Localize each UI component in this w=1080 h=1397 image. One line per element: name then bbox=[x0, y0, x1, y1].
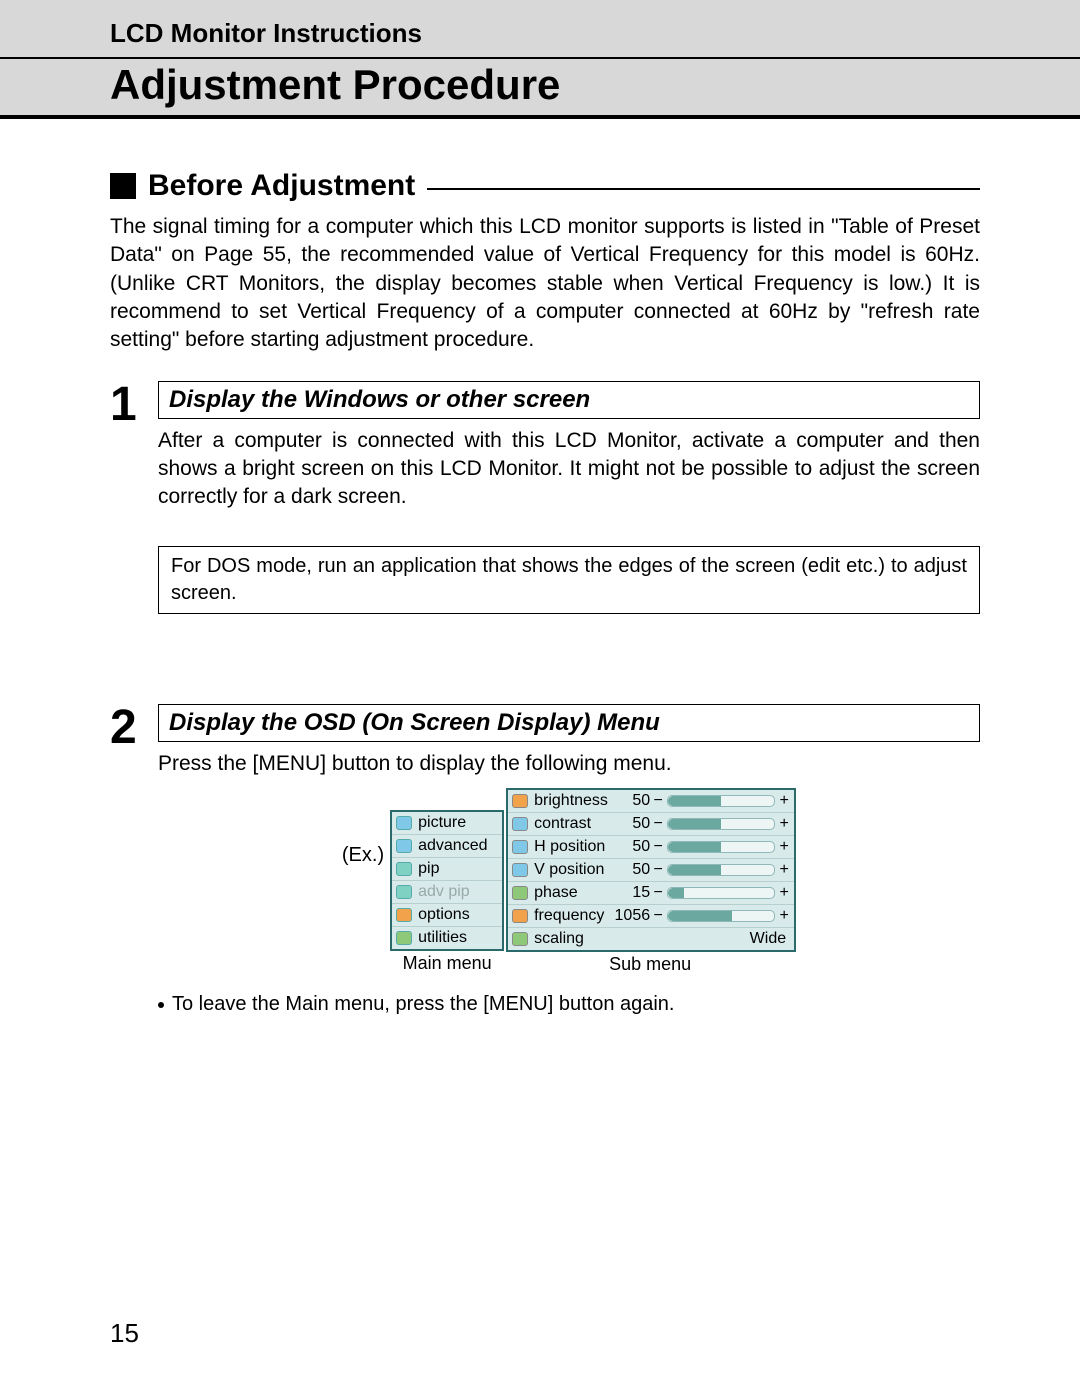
doc-title: Adjustment Procedure bbox=[0, 57, 1080, 115]
menu-item-label: picture bbox=[418, 814, 466, 832]
manual-page: LCD Monitor Instructions Adjustment Proc… bbox=[0, 0, 1080, 1397]
osd-main-item[interactable]: options bbox=[392, 904, 502, 927]
menu-item-label: utilities bbox=[418, 929, 467, 947]
step-1-title: Display the Windows or other screen bbox=[158, 381, 980, 419]
sub-item-label: brightness bbox=[534, 792, 612, 810]
sub-item-value: 50 bbox=[612, 792, 652, 810]
slider-track[interactable] bbox=[667, 864, 775, 876]
step-number: 1 bbox=[110, 381, 158, 429]
section-body: The signal timing for a computer which t… bbox=[110, 213, 980, 355]
section-title: Before Adjustment bbox=[148, 169, 415, 203]
osd-main-item[interactable]: adv pip bbox=[392, 881, 502, 904]
osd-sub-item[interactable]: contrast50− + bbox=[508, 813, 794, 836]
sub-menu-caption: Sub menu bbox=[609, 954, 691, 975]
section-heading: Before Adjustment bbox=[110, 169, 980, 203]
step-number: 2 bbox=[110, 704, 158, 752]
sub-item-value: 50 bbox=[612, 861, 652, 879]
main-menu-caption: Main menu bbox=[403, 953, 492, 974]
slider-track[interactable] bbox=[667, 887, 775, 899]
sub-item-icon bbox=[512, 909, 528, 923]
plus-icon[interactable]: + bbox=[778, 907, 790, 925]
minus-icon[interactable]: − bbox=[652, 861, 664, 879]
osd-main-item[interactable]: utilities bbox=[392, 927, 502, 949]
header-band: LCD Monitor Instructions Adjustment Proc… bbox=[0, 0, 1080, 115]
step-1: 1 Display the Windows or other screen Af… bbox=[110, 381, 980, 614]
slider-track[interactable] bbox=[667, 818, 775, 830]
sub-item-value: 1056 bbox=[612, 907, 652, 925]
osd-sub-item[interactable]: V position50− + bbox=[508, 859, 794, 882]
page-number: 15 bbox=[110, 1318, 139, 1349]
sub-item-icon bbox=[512, 794, 528, 808]
plus-icon[interactable]: + bbox=[778, 838, 790, 856]
osd-main-item[interactable]: advanced bbox=[392, 835, 502, 858]
slider-track[interactable] bbox=[667, 841, 775, 853]
minus-icon[interactable]: − bbox=[652, 792, 664, 810]
example-label: (Ex.) bbox=[342, 844, 384, 867]
osd-sub-menu: brightness50−+contrast50−+H position50−+… bbox=[506, 788, 796, 952]
slider-track[interactable] bbox=[667, 795, 775, 807]
section-rule bbox=[427, 188, 980, 190]
osd-sub-item[interactable]: brightness50− + bbox=[508, 790, 794, 813]
sub-item-value: 15 bbox=[612, 884, 652, 902]
osd-sub-item[interactable]: frequency1056− + bbox=[508, 905, 794, 928]
minus-icon[interactable]: − bbox=[652, 907, 664, 925]
content-area: Before Adjustment The signal timing for … bbox=[0, 119, 1080, 1016]
sub-item-label: contrast bbox=[534, 815, 612, 833]
bullet-icon bbox=[158, 1002, 164, 1008]
slider-fill bbox=[668, 865, 721, 875]
sub-item-label: scaling bbox=[534, 930, 612, 948]
sub-item-label: H position bbox=[534, 838, 612, 856]
osd-sub-item[interactable]: H position50− + bbox=[508, 836, 794, 859]
sub-item-label: V position bbox=[534, 861, 612, 879]
step-2-bullet: To leave the Main menu, press the [MENU]… bbox=[158, 993, 980, 1016]
sub-item-icon bbox=[512, 863, 528, 877]
minus-icon[interactable]: − bbox=[652, 884, 664, 902]
slider-fill bbox=[668, 888, 684, 898]
menu-item-icon bbox=[396, 908, 412, 922]
doc-subtitle: LCD Monitor Instructions bbox=[0, 14, 1080, 57]
menu-item-label: pip bbox=[418, 860, 439, 878]
plus-icon[interactable]: + bbox=[778, 884, 790, 902]
menu-item-icon bbox=[396, 862, 412, 876]
bullet-text: To leave the Main menu, press the [MENU]… bbox=[172, 993, 675, 1015]
menu-item-icon bbox=[396, 839, 412, 853]
minus-icon[interactable]: − bbox=[652, 838, 664, 856]
slider-fill bbox=[668, 842, 721, 852]
plus-icon[interactable]: + bbox=[778, 815, 790, 833]
sub-item-icon bbox=[512, 817, 528, 831]
menu-item-label: advanced bbox=[418, 837, 487, 855]
menu-item-label: adv pip bbox=[418, 883, 470, 901]
plus-icon[interactable]: + bbox=[778, 792, 790, 810]
osd-sub-item[interactable]: phase15− + bbox=[508, 882, 794, 905]
sub-item-icon bbox=[512, 932, 528, 946]
sub-item-label: phase bbox=[534, 884, 612, 902]
step-2-body: Press the [MENU] button to display the f… bbox=[158, 750, 980, 778]
osd-sub-item[interactable]: scalingWide bbox=[508, 928, 794, 950]
menu-item-icon bbox=[396, 885, 412, 899]
minus-icon[interactable]: − bbox=[652, 815, 664, 833]
menu-item-icon bbox=[396, 931, 412, 945]
osd-main-item[interactable]: pip bbox=[392, 858, 502, 881]
step-2: 2 Display the OSD (On Screen Display) Me… bbox=[110, 704, 980, 1016]
section-marker-icon bbox=[110, 173, 136, 199]
menu-item-label: options bbox=[418, 906, 470, 924]
slider-fill bbox=[668, 796, 721, 806]
osd-main-item[interactable]: picture bbox=[392, 812, 502, 835]
step-1-note: For DOS mode, run an application that sh… bbox=[158, 546, 980, 614]
sub-item-value: 50 bbox=[612, 815, 652, 833]
osd-example: (Ex.) picture advanced pip adv pip options ut… bbox=[158, 788, 980, 975]
sub-item-icon bbox=[512, 840, 528, 854]
slider-fill bbox=[668, 911, 732, 921]
sub-item-value: 50 bbox=[612, 838, 652, 856]
step-1-body: After a computer is connected with this … bbox=[158, 427, 980, 512]
slider-fill bbox=[668, 819, 721, 829]
osd-main-menu: picture advanced pip adv pip options utilitie… bbox=[390, 810, 504, 951]
sub-item-label: frequency bbox=[534, 907, 612, 925]
step-2-title: Display the OSD (On Screen Display) Menu bbox=[158, 704, 980, 742]
sub-item-icon bbox=[512, 886, 528, 900]
menu-item-icon bbox=[396, 816, 412, 830]
plus-icon[interactable]: + bbox=[778, 861, 790, 879]
sub-item-value: Wide bbox=[612, 930, 790, 948]
slider-track[interactable] bbox=[667, 910, 775, 922]
